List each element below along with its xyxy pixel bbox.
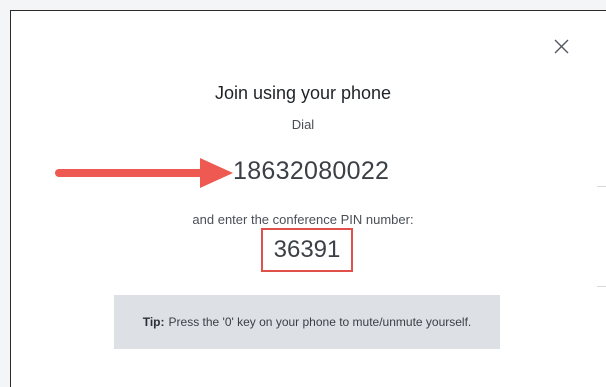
- tip-box: Tip: Press the '0' key on your phone to …: [114, 295, 500, 349]
- divider: [597, 186, 606, 187]
- dial-label: Dial: [291, 117, 315, 132]
- pin-instruction: and enter the conference PIN number:: [192, 212, 414, 227]
- pin-highlight-box: 36391: [261, 228, 353, 272]
- dialog-title: Join using your phone: [214, 83, 392, 103]
- red-arrow-annotation: [55, 158, 233, 188]
- tip-label: Tip:: [142, 315, 165, 329]
- close-button[interactable]: [549, 34, 573, 58]
- dial-in-phone-number[interactable]: 18632080022: [233, 157, 389, 186]
- close-icon: [554, 39, 569, 54]
- tip-text: Press the '0' key on your phone to mute/…: [168, 315, 472, 329]
- conference-pin: 36391: [273, 236, 341, 263]
- divider: [597, 286, 606, 287]
- page: Join using your phone Dial 18632080022 a…: [0, 0, 606, 387]
